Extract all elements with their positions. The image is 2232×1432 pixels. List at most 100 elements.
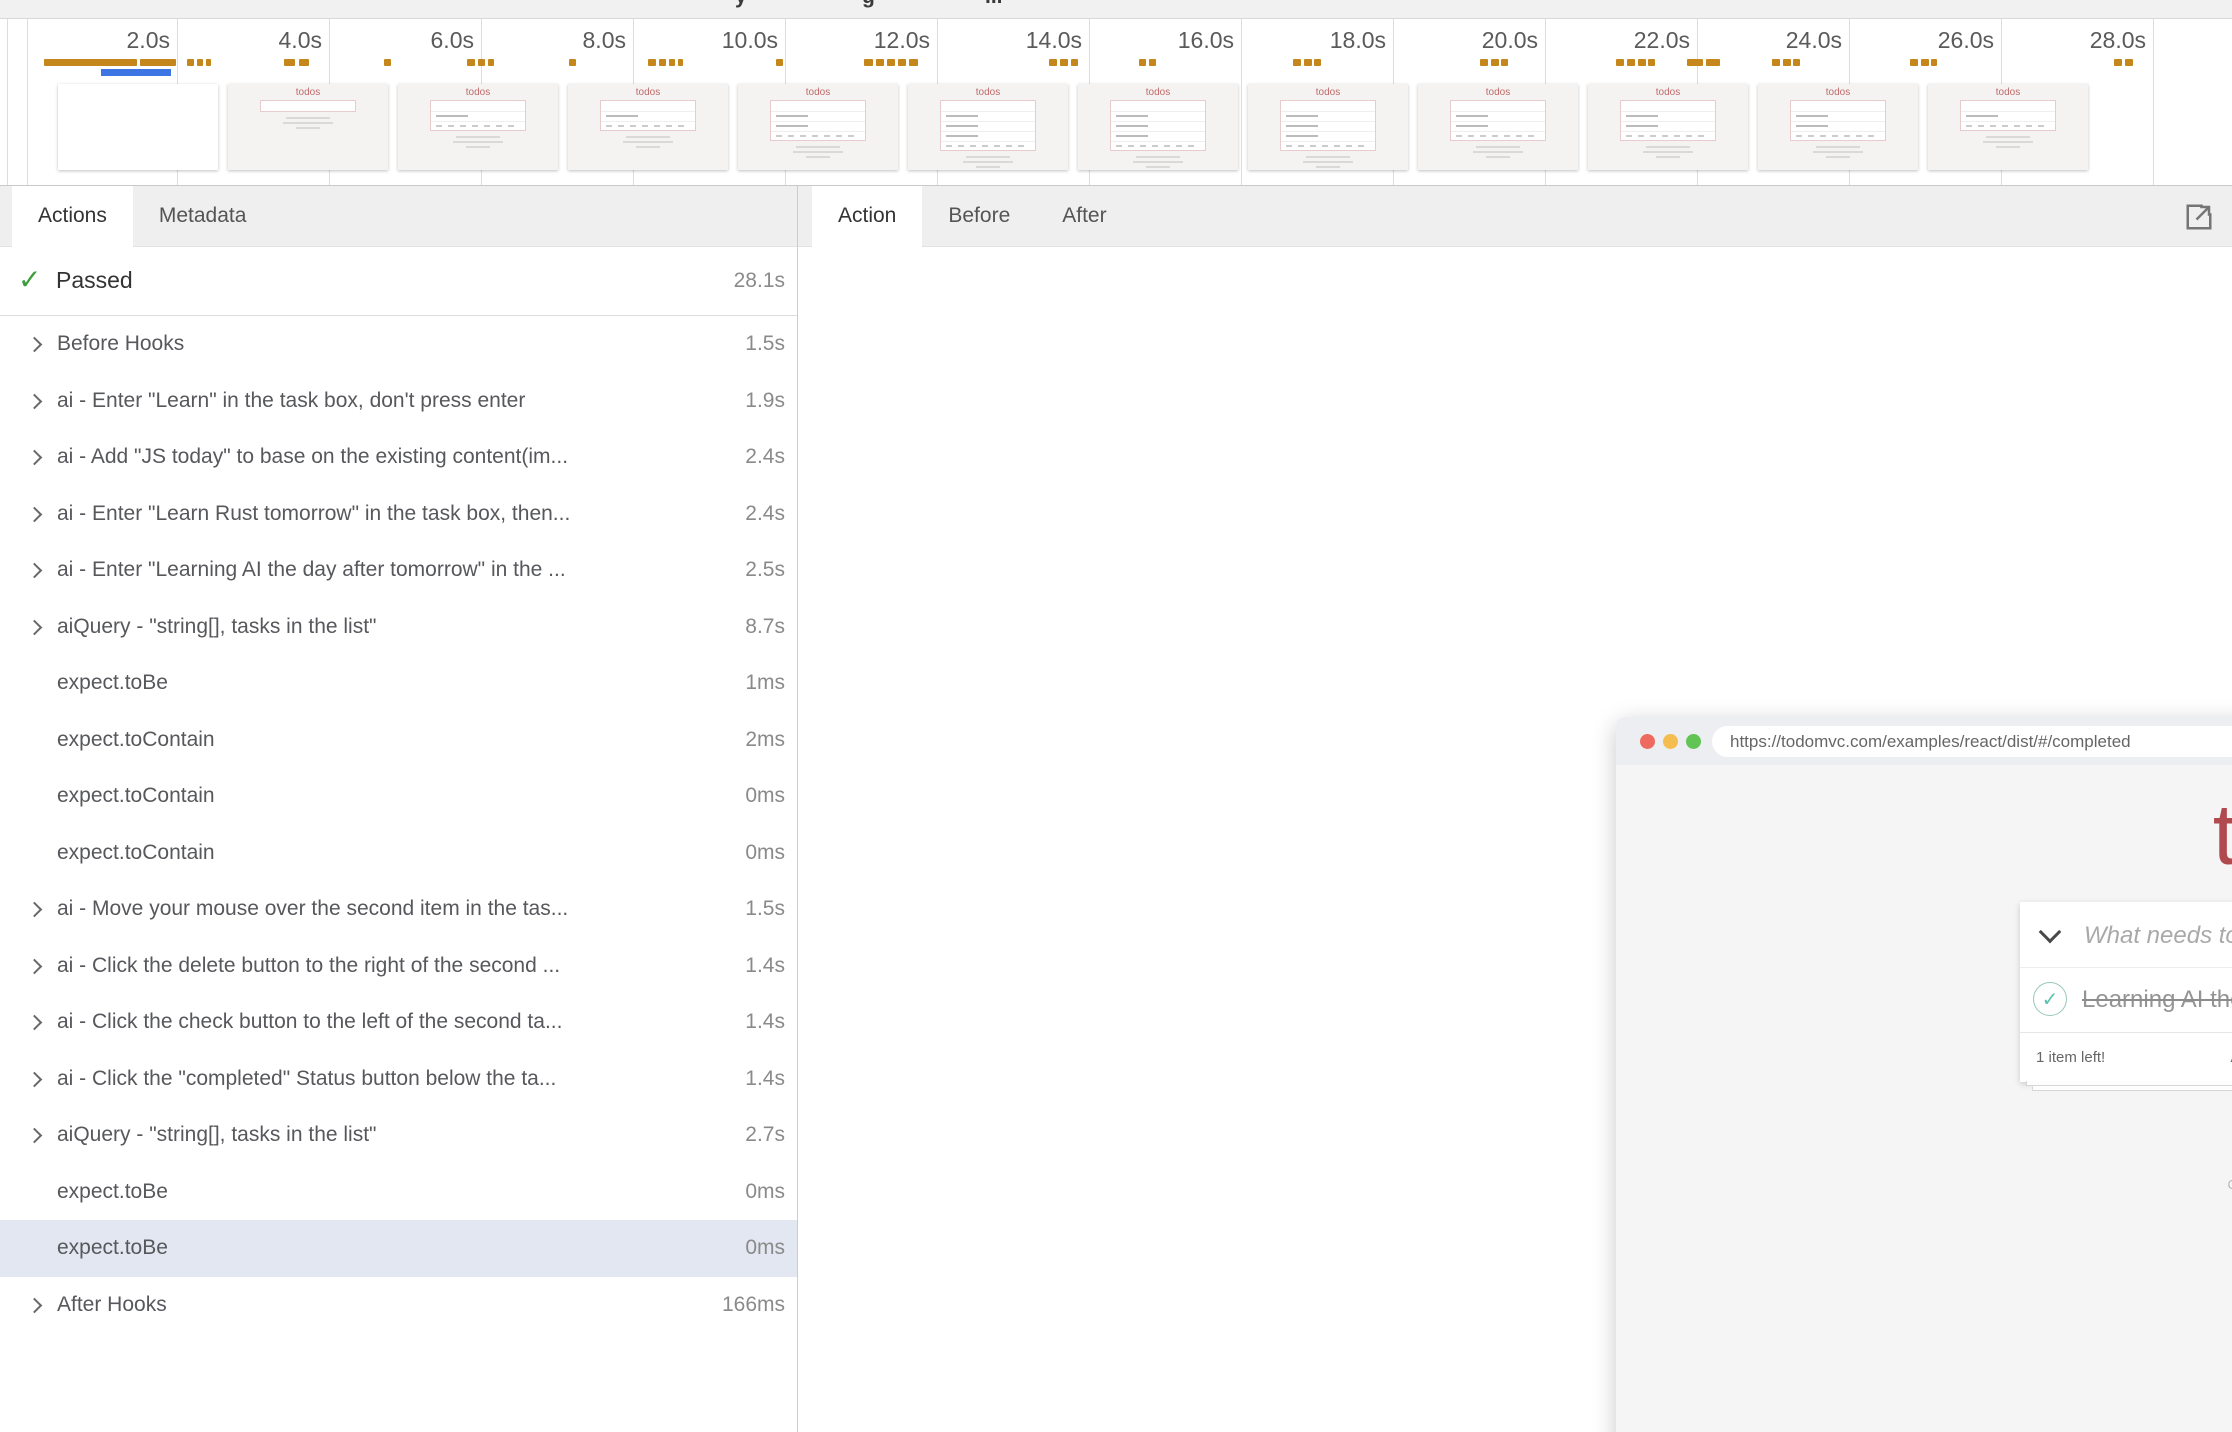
action-row[interactable]: expect.toBe0ms bbox=[0, 1220, 797, 1277]
action-row[interactable]: expect.toBe1ms bbox=[0, 655, 797, 712]
expand-chevron-icon[interactable] bbox=[27, 1128, 43, 1144]
filmstrip-thumbnail[interactable]: todos bbox=[568, 84, 728, 170]
filmstrip-thumbnail[interactable]: todos bbox=[1588, 84, 1748, 170]
thumbnail-todos-title: todos bbox=[398, 87, 558, 98]
expand-chevron-icon[interactable] bbox=[27, 337, 43, 353]
filmstrip-thumbnail[interactable]: todos bbox=[1418, 84, 1578, 170]
filmstrip-thumbnail[interactable]: todos bbox=[1758, 84, 1918, 170]
test-status-row[interactable]: ✓ Passed 28.1s bbox=[0, 247, 797, 316]
thumbnail-info-line bbox=[1306, 156, 1350, 158]
timeline-action-bar bbox=[44, 59, 137, 66]
expand-chevron-icon[interactable] bbox=[27, 958, 43, 974]
thumbnail-todo-card bbox=[260, 100, 356, 112]
filmstrip-thumbnail[interactable]: todos bbox=[228, 84, 388, 170]
tab-actions[interactable]: Actions bbox=[12, 186, 133, 246]
address-bar[interactable]: https://todomvc.com/examples/react/dist/… bbox=[1712, 726, 2232, 757]
filmstrip-thumbnail[interactable]: todos bbox=[1248, 84, 1408, 170]
thumbnail-info-lines bbox=[908, 156, 1068, 168]
action-label: ai - Add "JS today" to base on the exist… bbox=[57, 429, 697, 486]
thumbnail-todo-item bbox=[1281, 111, 1375, 121]
thumbnail-todo-item bbox=[601, 111, 695, 121]
expand-chevron-icon[interactable] bbox=[27, 450, 43, 466]
traffic-light-minimize[interactable] bbox=[1663, 734, 1678, 749]
tab-metadata[interactable]: Metadata bbox=[133, 186, 273, 246]
todo-item[interactable]: ✓ Learning AI the day after tomorrow bbox=[2020, 967, 2232, 1032]
expand-chevron-icon[interactable] bbox=[27, 619, 43, 635]
action-row[interactable]: expect.toContain2ms bbox=[0, 712, 797, 769]
open-in-new-window-icon[interactable] bbox=[2184, 202, 2214, 232]
action-row[interactable]: expect.toContain0ms bbox=[0, 825, 797, 882]
filmstrip-thumbnail[interactable] bbox=[58, 84, 218, 170]
thumbnail-input-row bbox=[771, 101, 865, 111]
tab-action[interactable]: Action bbox=[812, 186, 922, 246]
toggle-all-chevron-icon[interactable] bbox=[2039, 921, 2062, 944]
expand-chevron-icon[interactable] bbox=[27, 1015, 43, 1031]
action-row[interactable]: ai - Enter "Learning AI the day after to… bbox=[0, 542, 797, 599]
traffic-light-close[interactable] bbox=[1640, 734, 1655, 749]
action-row[interactable]: ai - Add "JS today" to base on the exist… bbox=[0, 429, 797, 486]
tab-after[interactable]: After bbox=[1036, 186, 1132, 246]
action-row[interactable]: aiQuery - "string[], tasks in the list"8… bbox=[0, 599, 797, 656]
action-duration: 1.9s bbox=[745, 373, 785, 430]
timeline-action-bar bbox=[467, 59, 475, 66]
expand-chevron-icon[interactable] bbox=[27, 902, 43, 918]
thumbnail-info-lines bbox=[568, 136, 728, 148]
timeline-action-bar bbox=[2125, 59, 2133, 66]
timeline-tick-label: 12.0s bbox=[874, 27, 930, 54]
thumbnail-info-line bbox=[1813, 151, 1863, 153]
timeline[interactable]: 2.0s4.0s6.0s8.0s10.0s12.0s14.0s16.0s18.0… bbox=[0, 19, 2232, 186]
filmstrip-thumbnail[interactable]: todos bbox=[738, 84, 898, 170]
timeline-action-bar bbox=[1687, 59, 1703, 66]
filmstrip-thumbnail[interactable]: todos bbox=[1078, 84, 1238, 170]
action-row[interactable]: ai - Click the "completed" Status button… bbox=[0, 1051, 797, 1108]
tab-before[interactable]: Before bbox=[922, 186, 1036, 246]
timeline-action-bar bbox=[909, 59, 918, 66]
timeline-tick-label: 24.0s bbox=[1786, 27, 1842, 54]
thumbnail-info-line bbox=[636, 146, 660, 148]
action-row[interactable]: ai - Move your mouse over the second ite… bbox=[0, 881, 797, 938]
action-row[interactable]: expect.toBe0ms bbox=[0, 1164, 797, 1221]
expand-chevron-icon[interactable] bbox=[27, 1297, 43, 1313]
new-todo-row bbox=[2020, 902, 2232, 967]
action-row[interactable]: ai - Enter "Learn Rust tomorrow" in the … bbox=[0, 486, 797, 543]
action-row[interactable]: aiQuery - "string[], tasks in the list"2… bbox=[0, 1107, 797, 1164]
new-todo-input[interactable] bbox=[2082, 902, 2232, 969]
action-row[interactable]: Before Hooks1.5s bbox=[0, 316, 797, 373]
action-duration: 1.4s bbox=[745, 994, 785, 1051]
action-label: aiQuery - "string[], tasks in the list" bbox=[57, 1107, 697, 1164]
filter-all[interactable]: All bbox=[2221, 1044, 2232, 1071]
right-panel-tabbar: ActionBeforeAfter bbox=[798, 186, 2232, 247]
timeline-action-bar bbox=[299, 59, 309, 66]
thumbnail-info-line bbox=[623, 141, 673, 143]
thumbnail-info-lines bbox=[1758, 146, 1918, 158]
filmstrip-thumbnail[interactable]: todos bbox=[908, 84, 1068, 170]
timeline-action-bar bbox=[876, 59, 884, 66]
action-row[interactable]: After Hooks166ms bbox=[0, 1277, 797, 1334]
todo-completed-check-icon[interactable]: ✓ bbox=[2033, 982, 2067, 1016]
expand-chevron-icon[interactable] bbox=[27, 506, 43, 522]
thumbnail-todo-card bbox=[940, 100, 1036, 151]
card-stack-line bbox=[2032, 1086, 2232, 1091]
timeline-action-bar bbox=[1480, 59, 1488, 66]
thumbnail-todo-card bbox=[1960, 100, 2056, 131]
timeline-action-bar bbox=[1149, 59, 1156, 66]
action-row[interactable]: ai - Click the delete button to the righ… bbox=[0, 938, 797, 995]
thumbnail-input-row bbox=[261, 101, 355, 111]
action-label: expect.toContain bbox=[57, 768, 697, 825]
timeline-action-bar bbox=[887, 59, 895, 66]
thumbnail-todo-item bbox=[1961, 111, 2055, 121]
action-row[interactable]: expect.toContain0ms bbox=[0, 768, 797, 825]
expand-chevron-icon[interactable] bbox=[27, 393, 43, 409]
timeline-action-bar bbox=[1501, 59, 1508, 66]
action-row[interactable]: ai - Click the check button to the left … bbox=[0, 994, 797, 1051]
thumbnail-todos-title: todos bbox=[1078, 87, 1238, 98]
filmstrip-thumbnail[interactable]: todos bbox=[1928, 84, 2088, 170]
expand-chevron-icon[interactable] bbox=[27, 1071, 43, 1087]
traffic-light-zoom[interactable] bbox=[1686, 734, 1701, 749]
expand-chevron-icon[interactable] bbox=[27, 563, 43, 579]
test-total-duration: 28.1s bbox=[734, 247, 785, 314]
action-row[interactable]: ai - Enter "Learn" in the task box, don'… bbox=[0, 373, 797, 430]
timeline-action-bar bbox=[669, 59, 675, 66]
filmstrip-thumbnail[interactable]: todos bbox=[398, 84, 558, 170]
timeline-action-bar bbox=[1049, 59, 1057, 66]
